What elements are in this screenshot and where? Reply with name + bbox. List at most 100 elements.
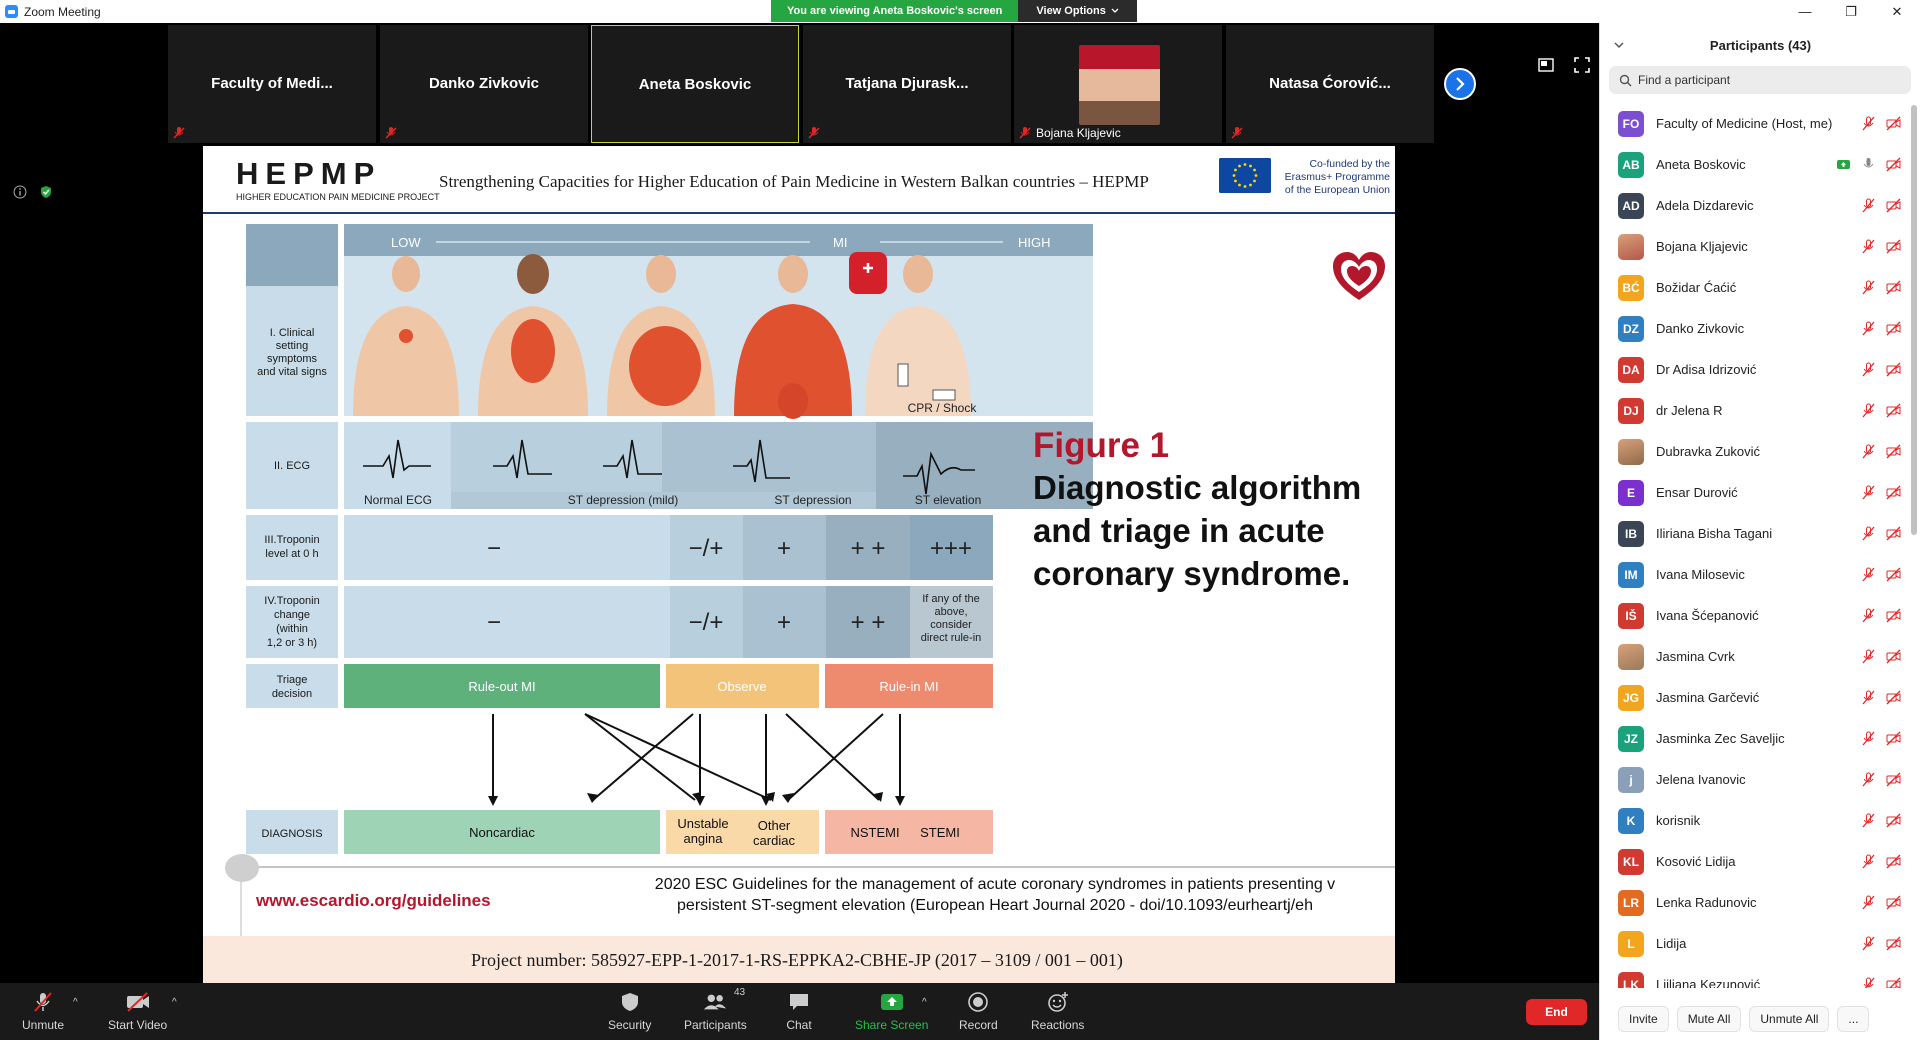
participant-name: korisnik bbox=[1656, 813, 1701, 828]
video-off-icon bbox=[1886, 772, 1901, 787]
participant-row[interactable]: AD Adela Dizdarevic bbox=[1600, 185, 1920, 226]
record-button[interactable]: Record bbox=[959, 989, 998, 1032]
participant-status-icons bbox=[1861, 977, 1901, 988]
escardio-url: www.escardio.org/guidelines bbox=[256, 891, 491, 910]
troponin-change-cell bbox=[344, 586, 670, 658]
mic-muted-icon bbox=[1019, 127, 1031, 139]
invite-button[interactable]: Invite bbox=[1618, 1006, 1669, 1032]
participant-row[interactable]: DA Dr Adisa Idrizović bbox=[1600, 349, 1920, 390]
start-video-button[interactable]: Start Video bbox=[108, 989, 167, 1032]
mic-muted-icon bbox=[1862, 813, 1875, 828]
participant-row[interactable]: IŠ Ivana Šćepanović bbox=[1600, 595, 1920, 636]
participant-row[interactable]: Bojana Kljajevic bbox=[1600, 226, 1920, 267]
gallery-view-icon[interactable] bbox=[1538, 57, 1554, 73]
unmute-button[interactable]: Unmute bbox=[22, 989, 64, 1032]
search-input[interactable] bbox=[1638, 73, 1898, 87]
share-screen-button[interactable]: Share Screen bbox=[855, 989, 928, 1032]
video-tile[interactable]: Bojana Kljajevic bbox=[1014, 25, 1222, 143]
participant-status-icons bbox=[1861, 526, 1901, 541]
participant-row[interactable]: L Lidija bbox=[1600, 923, 1920, 964]
tile-name: Tatjana Djurask... bbox=[845, 75, 969, 92]
avatar bbox=[1618, 438, 1644, 465]
avatar: DA bbox=[1618, 356, 1644, 383]
chat-button[interactable]: Chat bbox=[786, 989, 812, 1032]
unmute-all-button[interactable]: Unmute All bbox=[1749, 1006, 1830, 1032]
view-options-button[interactable]: View Options bbox=[1018, 0, 1137, 22]
row-label: I. Clinical bbox=[270, 327, 315, 339]
info-icon[interactable] bbox=[13, 185, 27, 199]
participant-row[interactable]: E Ensar Durović bbox=[1600, 472, 1920, 513]
security-button[interactable]: Security bbox=[608, 989, 651, 1032]
participant-status-icons bbox=[1861, 936, 1901, 951]
scale-low: LOW bbox=[391, 235, 421, 250]
participant-status-icons bbox=[1861, 444, 1901, 459]
audio-options-caret[interactable]: ^ bbox=[73, 997, 78, 1008]
video-off-icon bbox=[1886, 239, 1901, 254]
chevron-down-icon[interactable] bbox=[1613, 39, 1625, 51]
video-tile[interactable]: Tatjana Djurask... bbox=[803, 25, 1011, 143]
video-tile-active[interactable]: Aneta Boskovic bbox=[591, 25, 799, 143]
start-video-label: Start Video bbox=[108, 1018, 168, 1032]
participant-row[interactable]: IB Iliriana Bisha Tagani bbox=[1600, 513, 1920, 554]
video-tile[interactable]: Danko Zivkovic bbox=[380, 25, 588, 143]
next-page-button[interactable] bbox=[1444, 68, 1476, 100]
troponin-change: −/+ bbox=[689, 609, 724, 636]
chevron-down-icon bbox=[1111, 8, 1119, 13]
participant-name: dr Jelena R bbox=[1656, 403, 1723, 418]
video-off-icon bbox=[1886, 608, 1901, 623]
participant-name: Lenka Radunovic bbox=[1656, 895, 1757, 910]
reactions-label: Reactions bbox=[1031, 1018, 1085, 1032]
participant-row[interactable]: LK Liiliana Kezunović bbox=[1600, 964, 1920, 988]
participant-name: Jasminka Zec Saveljic bbox=[1656, 731, 1785, 746]
tile-name: Faculty of Medi... bbox=[211, 75, 333, 92]
participant-row[interactable]: Kkorisnik bbox=[1600, 800, 1920, 841]
panel-title: Participants (43) bbox=[1709, 37, 1812, 53]
fullscreen-icon[interactable] bbox=[1574, 57, 1590, 73]
participant-row[interactable]: BĆ Božidar Ćaćić bbox=[1600, 267, 1920, 308]
participant-status-icons bbox=[1861, 239, 1901, 254]
participant-row[interactable]: Dubravka Zuković bbox=[1600, 431, 1920, 472]
participant-scrollbar[interactable] bbox=[1911, 105, 1917, 535]
participant-row[interactable]: j Jelena Ivanovic bbox=[1600, 759, 1920, 800]
chevron-right-icon bbox=[1456, 77, 1465, 91]
row-label: and vital signs bbox=[257, 366, 327, 378]
avatar: E bbox=[1618, 479, 1644, 506]
participant-name: Ensar Durović bbox=[1656, 485, 1738, 500]
mic-muted-icon bbox=[1862, 567, 1875, 582]
participant-row[interactable]: DJ dr Jelena R bbox=[1600, 390, 1920, 431]
participant-name: Jasmina Garčević bbox=[1656, 690, 1760, 705]
share-options-caret[interactable]: ^ bbox=[922, 997, 927, 1008]
participant-row[interactable]: JG Jasmina Garčević bbox=[1600, 677, 1920, 718]
minimize-button[interactable]: — bbox=[1782, 0, 1828, 23]
more-options-button[interactable]: ... bbox=[1837, 1006, 1870, 1032]
participant-search[interactable] bbox=[1609, 66, 1911, 94]
participant-row[interactable]: JZ Jasminka Zec Saveljic bbox=[1600, 718, 1920, 759]
participant-row[interactable]: KL Kosović Lidija bbox=[1600, 841, 1920, 882]
shield-check-icon[interactable] bbox=[39, 185, 53, 199]
mic-muted-icon bbox=[1862, 198, 1875, 213]
participant-row[interactable]: DZ Danko Zivkovic bbox=[1600, 308, 1920, 349]
troponin-level: +++ bbox=[930, 535, 972, 562]
unmute-label: Unmute bbox=[22, 1018, 65, 1032]
participants-button[interactable]: 43 Participants bbox=[684, 987, 747, 1032]
diagnosis-label: Noncardiac bbox=[469, 825, 535, 840]
label-cell bbox=[246, 224, 338, 286]
video-tile[interactable]: Natasa Ćorović... bbox=[1226, 25, 1434, 143]
video-off-icon bbox=[1886, 198, 1901, 213]
video-tile[interactable]: Faculty of Medi... bbox=[168, 25, 376, 143]
participant-row[interactable]: FO Faculty of Medicine (Host, me) bbox=[1600, 103, 1920, 144]
close-button[interactable]: ✕ bbox=[1874, 0, 1920, 23]
reactions-button[interactable]: Reactions bbox=[1031, 989, 1084, 1032]
mic-icon bbox=[1863, 158, 1874, 168]
end-meeting-button[interactable]: End bbox=[1526, 999, 1587, 1025]
citation-line: 2020 ESC Guidelines for the management o… bbox=[654, 876, 1336, 893]
participant-row[interactable]: Jasmina Cvrk bbox=[1600, 636, 1920, 677]
participant-row[interactable]: IM Ivana Milosevic bbox=[1600, 554, 1920, 595]
share-screen-label: Share Screen bbox=[855, 1018, 929, 1032]
meeting-toolbar: Unmute ^ Start Video ^ Security 43 Parti… bbox=[0, 983, 1599, 1040]
participant-row[interactable]: AB Aneta Boskovic bbox=[1600, 144, 1920, 185]
maximize-button[interactable]: ❐ bbox=[1828, 0, 1874, 23]
mute-all-button[interactable]: Mute All bbox=[1676, 1006, 1742, 1032]
participant-row[interactable]: LR Lenka Radunovic bbox=[1600, 882, 1920, 923]
video-options-caret[interactable]: ^ bbox=[172, 997, 177, 1008]
